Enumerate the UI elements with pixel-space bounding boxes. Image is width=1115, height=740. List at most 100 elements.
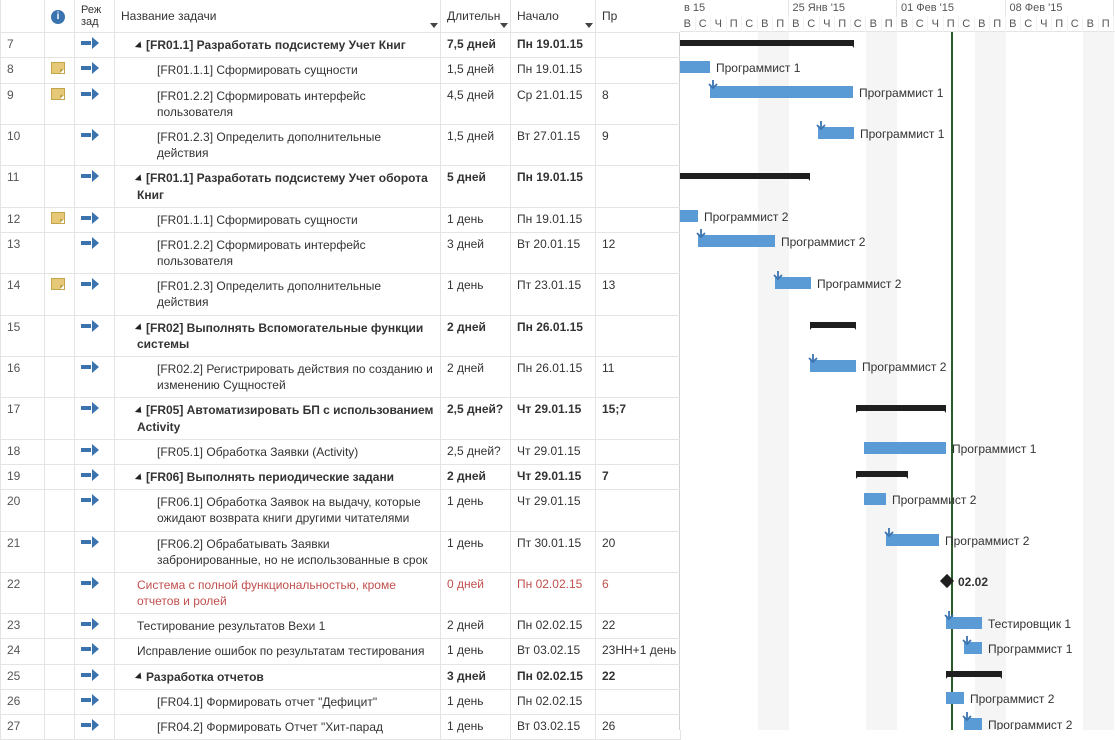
task-row[interactable]: 20[FR06.1] Обработка Заявок на выдачу, к… [1,490,681,531]
task-name: Исправление ошибок по результатам тестир… [137,644,424,658]
link-arrow-icon [708,79,718,93]
col-start[interactable]: Начало [511,0,596,33]
task-row[interactable]: 7[FR01.1] Разработать подсистему Учет Кн… [1,33,681,58]
gantt-summary-bar[interactable] [810,322,856,328]
task-name: Разработка отчетов [146,670,264,684]
task-row[interactable]: 21[FR06.2] Обрабатывать Заявки заброниро… [1,531,681,572]
col-name[interactable]: Название задачи [115,0,441,33]
gantt-chart[interactable]: в 1525 Янв '1501 Фев '1508 Фев '15 ВСЧПС… [680,0,1115,730]
task-name: [FR05.1] Обработка Заявки (Activity) [157,445,358,459]
month-cell: 25 Янв '15 [789,0,898,16]
resource-label: Программист 2 [892,493,976,507]
gantt-task-bar[interactable] [710,86,853,98]
gantt-task-bar[interactable] [864,493,886,505]
task-row[interactable]: 19[FR06] Выполнять периодические задани2… [1,464,681,489]
col-info[interactable]: i [45,0,75,33]
link-arrow-icon [884,527,894,541]
col-duration[interactable]: Длительн [441,0,511,33]
day-cell: С [959,16,975,32]
day-cell: В [680,16,696,32]
gantt-summary-bar[interactable] [856,471,908,477]
auto-schedule-icon [81,278,99,290]
task-row[interactable]: 25Разработка отчетов3 днейПн 02.02.1522 [1,664,681,689]
task-name: [FR01.2.2] Сформировать интерфейс пользо… [157,89,366,119]
collapse-caret-icon[interactable] [135,41,144,50]
gantt-task-bar[interactable] [680,61,710,73]
task-row[interactable]: 17[FR05] Автоматизировать БП с использов… [1,398,681,439]
day-cell: С [804,16,820,32]
auto-schedule-icon [81,320,99,332]
gantt-task-bar[interactable] [864,442,946,454]
day-cell: В [758,16,774,32]
task-grid[interactable]: i Реж зад Название задачи Длительн Начал… [0,0,680,730]
day-cell: С [1021,16,1037,32]
auto-schedule-icon [81,88,99,100]
auto-schedule-icon [81,469,99,481]
day-cell: В [1083,16,1099,32]
day-cell: С [696,16,712,32]
gantt-summary-bar[interactable] [680,173,810,179]
day-cell: Ч [820,16,836,32]
day-cell: В [897,16,913,32]
day-cell: В [1006,16,1022,32]
resource-label: Программист 2 [988,718,1072,730]
link-arrow-icon [773,270,783,284]
auto-schedule-icon [81,237,99,249]
col-pred[interactable]: Пр [596,0,681,33]
task-row[interactable]: 13[FR01.2.2] Сформировать интерфейс поль… [1,232,681,273]
collapse-caret-icon[interactable] [135,324,144,333]
collapse-caret-icon[interactable] [135,673,144,682]
chevron-down-icon[interactable] [585,23,593,28]
chevron-down-icon[interactable] [500,23,508,28]
gantt-task-bar[interactable] [698,235,775,247]
task-row[interactable]: 18[FR05.1] Обработка Заявки (Activity)2,… [1,439,681,464]
resource-label: Программист 2 [970,692,1054,706]
col-id[interactable] [1,0,45,33]
auto-schedule-icon [81,129,99,141]
day-cell: С [851,16,867,32]
auto-schedule-icon [81,577,99,589]
task-name: [FR06] Выполнять периодические задани [146,470,394,484]
gantt-summary-bar[interactable] [946,671,1002,677]
gantt-summary-bar[interactable] [680,40,854,46]
task-name: [FR06.1] Обработка Заявок на выдачу, кот… [157,495,421,525]
task-row[interactable]: 11[FR01.1] Разработать подсистему Учет о… [1,166,681,207]
collapse-caret-icon[interactable] [135,473,144,482]
gantt-task-bar[interactable] [946,692,964,704]
task-row[interactable]: 15[FR02] Выполнять Вспомогательные функц… [1,315,681,356]
gantt-task-bar[interactable] [680,210,698,222]
task-row[interactable]: 22Система с полной функциональностью, кр… [1,572,681,613]
resource-label: Программист 1 [952,442,1036,456]
task-row[interactable]: 23Тестирование результатов Вехи 12 днейП… [1,614,681,639]
link-arrow-icon [808,353,818,367]
task-row[interactable]: 16[FR02.2] Регистрировать действия по со… [1,357,681,398]
task-name: [FR02] Выполнять Вспомогательные функции… [137,321,423,351]
auto-schedule-icon [81,494,99,506]
weekend-shade [1083,32,1114,730]
task-name: [FR01.1] Разработать подсистему Учет Кни… [146,38,406,52]
day-cell: С [742,16,758,32]
auto-schedule-icon [81,719,99,731]
gantt-summary-bar[interactable] [856,405,946,411]
task-row[interactable]: 12[FR01.1.1] Сформировать сущности1 день… [1,207,681,232]
task-name: [FR05] Автоматизировать БП с использован… [137,403,433,433]
collapse-caret-icon[interactable] [135,407,144,416]
auto-schedule-icon [81,694,99,706]
task-row[interactable]: 27[FR04.2] Формировать Отчет "Хит-парад1… [1,715,681,740]
task-row[interactable]: 26[FR04.1] Формировать отчет "Дефицит"1 … [1,689,681,714]
chevron-down-icon[interactable] [430,23,438,28]
task-row[interactable]: 14[FR01.2.3] Определить дополнительные д… [1,274,681,315]
task-row[interactable]: 8[FR01.1.1] Сформировать сущности1,5 дне… [1,58,681,83]
task-row[interactable]: 9[FR01.2.2] Сформировать интерфейс польз… [1,83,681,124]
auto-schedule-icon [81,62,99,74]
gantt-body[interactable]: Программист 1Программист 1Программист 1П… [680,32,1115,730]
auto-schedule-icon [81,643,99,655]
task-row[interactable]: 24Исправление ошибок по результатам тест… [1,639,681,664]
col-mode[interactable]: Реж зад [75,0,115,33]
task-row[interactable]: 10[FR01.2.3] Определить дополнительные д… [1,124,681,165]
resource-label: Программист 1 [859,86,943,100]
auto-schedule-icon [81,536,99,548]
collapse-caret-icon[interactable] [135,175,144,184]
col-start-label: Начало [517,9,559,23]
day-cell: П [990,16,1006,32]
